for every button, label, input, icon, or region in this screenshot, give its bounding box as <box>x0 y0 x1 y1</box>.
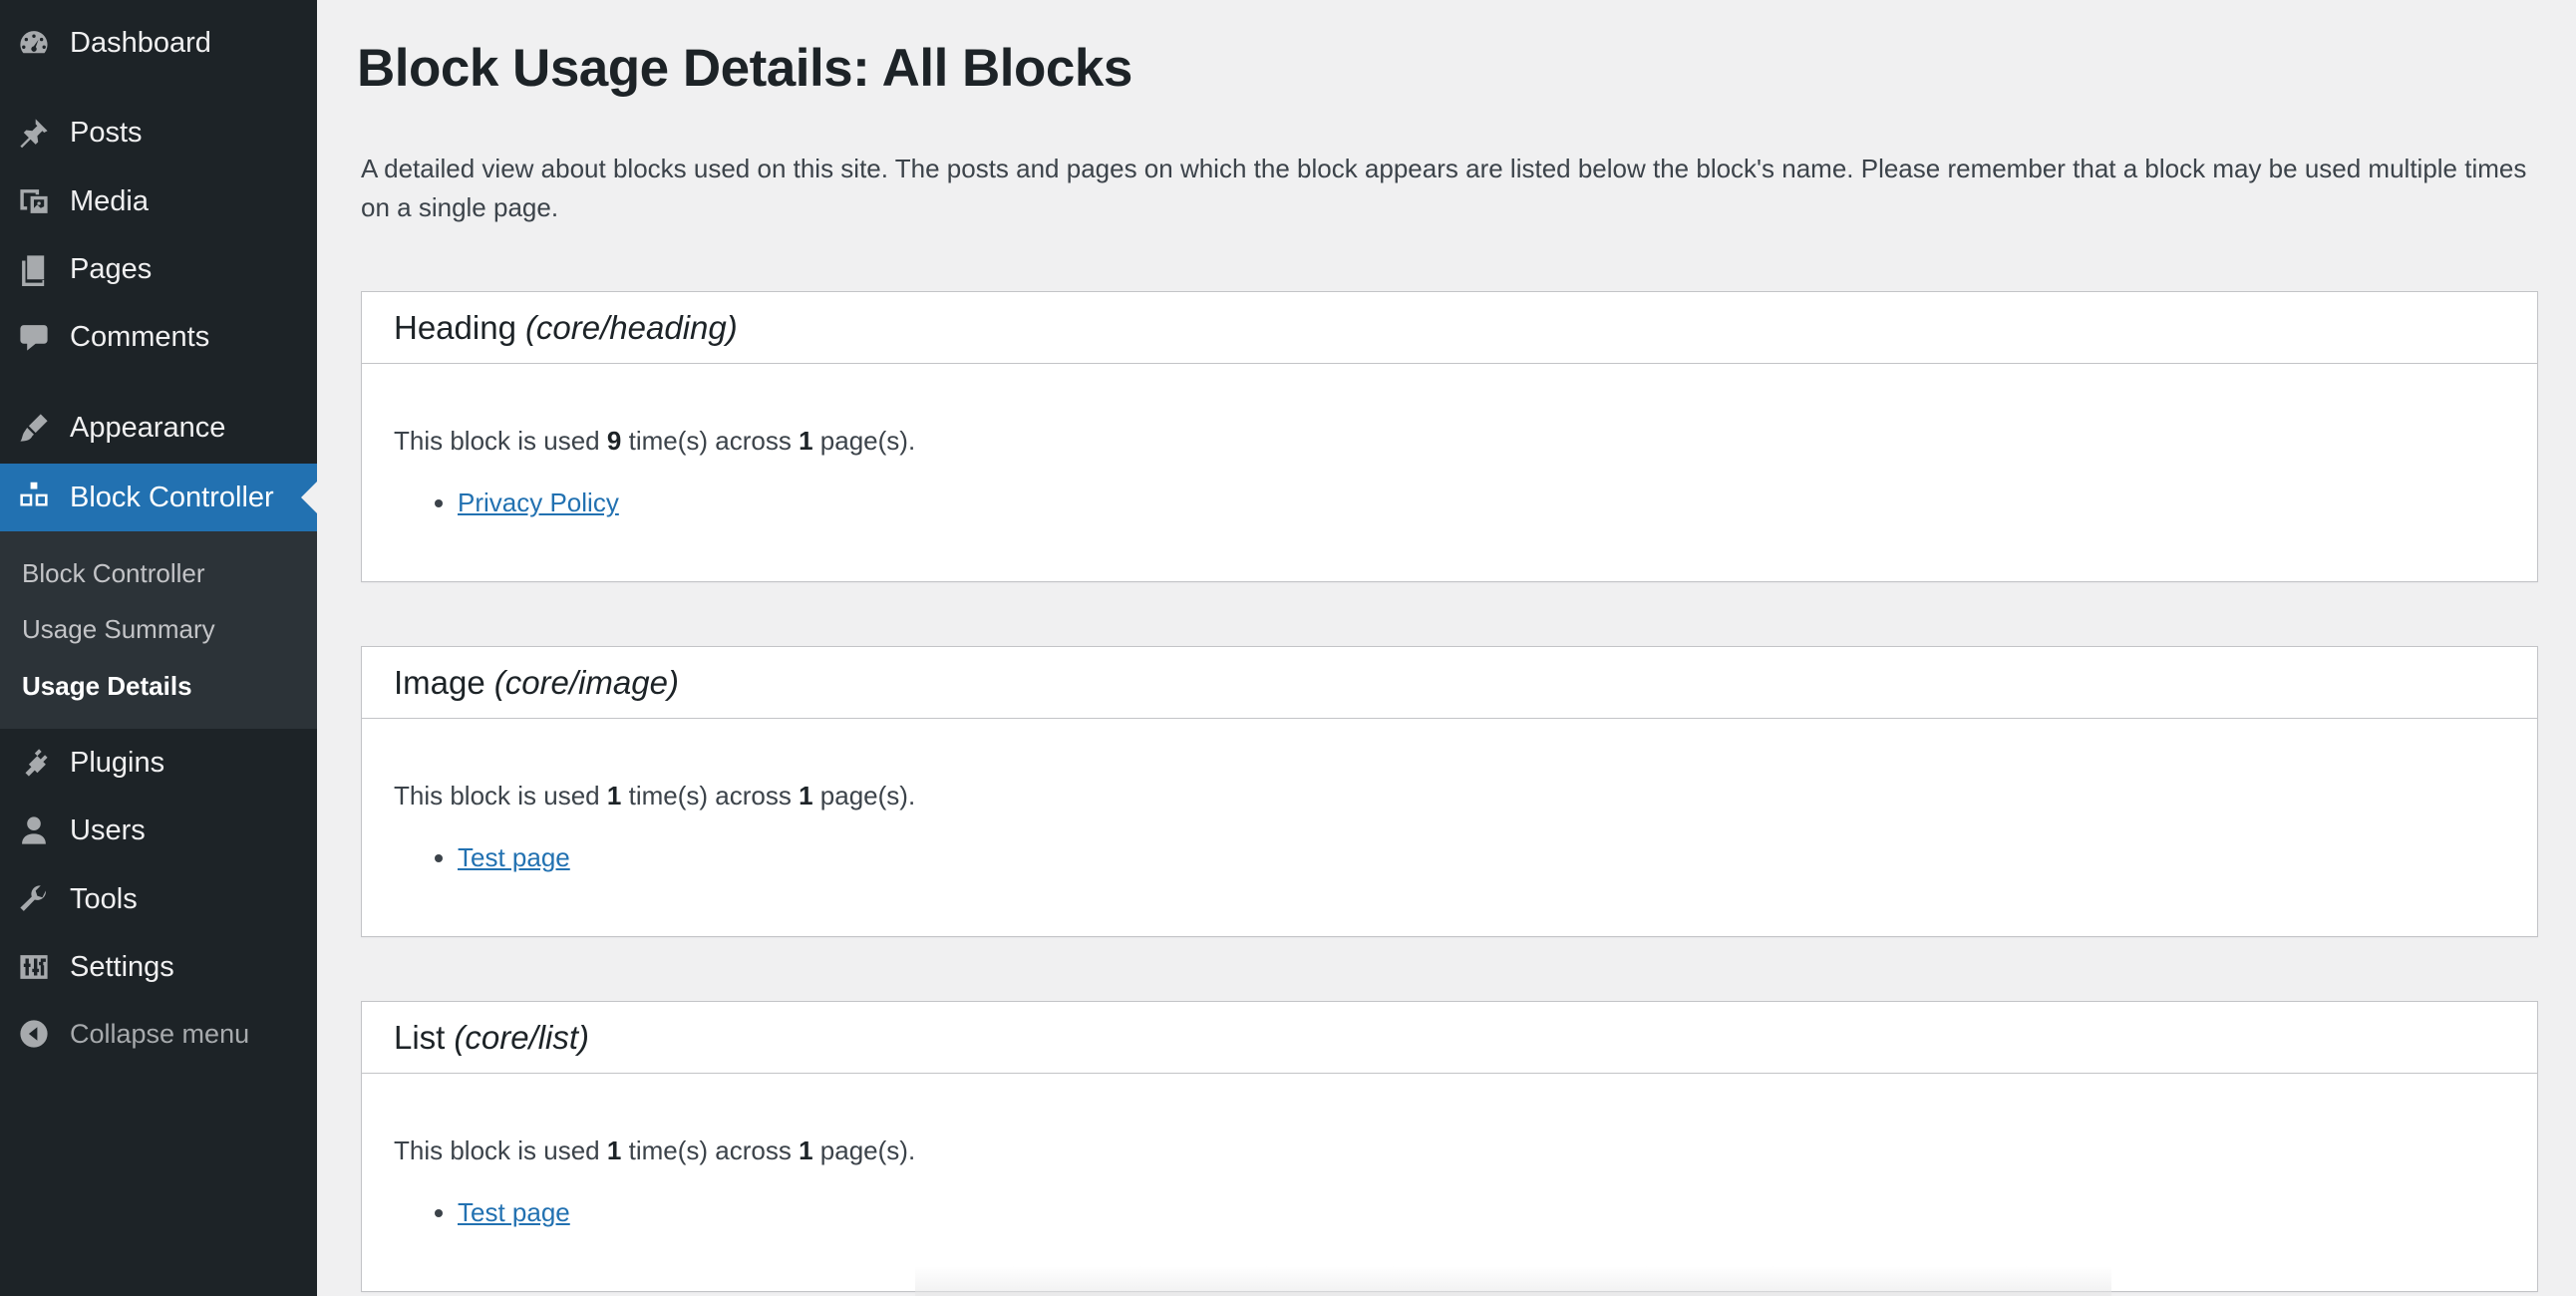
block-usage-card-list: List (core/list) This block is used 1 tim… <box>361 1001 2538 1292</box>
sidebar-item-settings[interactable]: Settings <box>0 935 317 999</box>
main-content: Block Usage Details: All Blocks A detail… <box>317 0 2576 1296</box>
sidebar-item-appearance[interactable]: Appearance <box>0 396 317 460</box>
block-name: List <box>394 1018 446 1056</box>
list-item: Privacy Policy <box>458 487 619 518</box>
page-link-test-page[interactable]: Test page <box>458 1197 570 1227</box>
collapse-arrow-icon <box>16 1016 52 1052</box>
sidebar-item-label: Dashboard <box>70 26 211 59</box>
collapse-menu-label: Collapse menu <box>70 1018 250 1049</box>
submenu-item-usage-details[interactable]: Usage Details <box>22 671 192 702</box>
block-controller-submenu: Block Controller Usage Summary Usage Det… <box>0 531 317 729</box>
list-item: Test page <box>458 842 570 873</box>
list-item: Test page <box>458 1197 570 1228</box>
sidebar-item-pages[interactable]: Pages <box>0 237 317 301</box>
dashboard-icon <box>16 25 52 61</box>
sliders-icon <box>16 949 52 985</box>
sidebar-item-users[interactable]: Users <box>0 799 317 862</box>
plug-icon <box>16 745 52 781</box>
sidebar-item-label: Block Controller <box>70 481 274 513</box>
usage-count-text: This block is used 1 time(s) across 1 pa… <box>394 1135 916 1165</box>
sidebar-item-label: Tools <box>70 882 138 915</box>
submenu-item-usage-summary[interactable]: Usage Summary <box>22 614 215 645</box>
blocks-icon <box>16 480 52 515</box>
page-link-privacy-policy[interactable]: Privacy Policy <box>458 487 619 517</box>
block-slug: (core/image) <box>493 663 679 701</box>
sidebar-item-label: Posts <box>70 116 143 149</box>
pages-count: 1 <box>799 781 813 810</box>
sidebar-item-media[interactable]: Media <box>0 169 317 233</box>
block-slug: (core/list) <box>454 1018 590 1056</box>
card-header: Heading (core/heading) <box>362 292 2537 364</box>
wrench-icon <box>16 881 52 917</box>
collapse-menu-button[interactable]: Collapse menu <box>0 1002 317 1066</box>
sidebar-item-dashboard[interactable]: Dashboard <box>0 11 317 75</box>
times-count: 1 <box>606 781 622 810</box>
sidebar-item-label: Pages <box>70 252 153 285</box>
pages-count: 1 <box>799 1135 813 1165</box>
page-list: Test page <box>458 1197 570 1228</box>
user-icon <box>16 812 52 848</box>
sidebar-item-tools[interactable]: Tools <box>0 867 317 931</box>
sidebar-item-label: Settings <box>70 950 174 983</box>
usage-count-text: This block is used 1 time(s) across 1 pa… <box>394 781 916 810</box>
brush-icon <box>16 410 52 446</box>
page-list: Privacy Policy <box>458 487 619 518</box>
pages-count: 1 <box>799 426 813 456</box>
times-count: 9 <box>606 426 622 456</box>
block-name: Heading <box>394 308 516 346</box>
pushpin-icon <box>16 115 52 151</box>
block-usage-card-heading: Heading (core/heading) This block is used… <box>361 291 2538 582</box>
pages-icon <box>16 251 52 287</box>
sidebar-item-label: Appearance <box>70 411 226 444</box>
media-icon <box>16 183 52 219</box>
sidebar-item-plugins[interactable]: Plugins <box>0 731 317 795</box>
submenu-item-block-controller[interactable]: Block Controller <box>22 558 205 589</box>
sidebar-item-label: Media <box>70 184 149 217</box>
times-count: 1 <box>606 1135 622 1165</box>
sidebar-item-label: Comments <box>70 320 210 353</box>
sidebar-item-posts[interactable]: Posts <box>0 101 317 164</box>
block-slug: (core/heading) <box>524 308 738 346</box>
intro-text: A detailed view about blocks used on thi… <box>361 154 2527 222</box>
sidebar-item-comments[interactable]: Comments <box>0 305 317 369</box>
comment-icon <box>16 319 52 355</box>
page-title: Block Usage Details: All Blocks <box>357 39 1132 98</box>
page-list: Test page <box>458 842 570 873</box>
sidebar-item-label: Plugins <box>70 746 165 779</box>
block-usage-card-image: Image (core/image) This block is used 1 t… <box>361 646 2538 937</box>
card-header: List (core/list) <box>362 1002 2537 1074</box>
admin-sidebar: Dashboard Posts Media Pages Comments App… <box>0 0 317 1296</box>
page-link-test-page[interactable]: Test page <box>458 842 570 872</box>
block-name: Image <box>394 663 485 701</box>
sidebar-item-label: Users <box>70 813 146 846</box>
usage-count-text: This block is used 9 time(s) across 1 pa… <box>394 426 916 456</box>
card-header: Image (core/image) <box>362 647 2537 719</box>
sidebar-item-block-controller[interactable]: Block Controller <box>0 464 317 531</box>
